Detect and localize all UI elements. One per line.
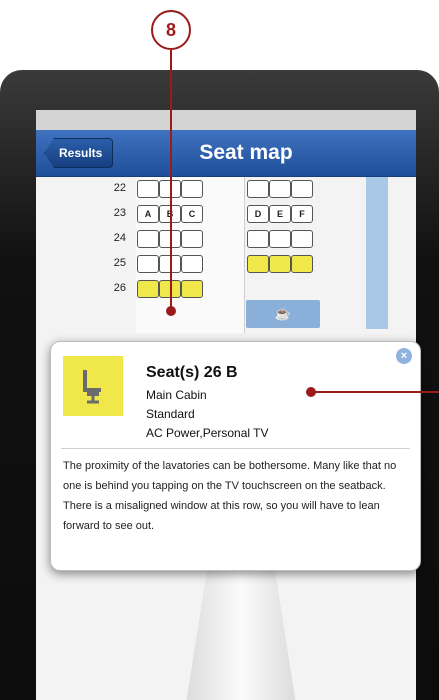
seat-title: Seat(s) 26 B bbox=[146, 364, 238, 381]
scrollbar[interactable] bbox=[366, 177, 388, 329]
callout-line-horizontal bbox=[312, 391, 439, 393]
seat-available[interactable] bbox=[269, 255, 291, 273]
seat-type-label: Standard bbox=[146, 407, 195, 421]
seat[interactable] bbox=[137, 180, 159, 198]
seat[interactable] bbox=[269, 230, 291, 248]
close-icon[interactable]: × bbox=[396, 348, 412, 364]
seat[interactable] bbox=[181, 180, 203, 198]
row-number: 22 bbox=[113, 182, 126, 194]
amenities-label: AC Power,Personal TV bbox=[146, 426, 269, 440]
seat-description: The proximity of the lavatories can be b… bbox=[63, 460, 397, 532]
seat-available[interactable] bbox=[181, 280, 203, 298]
seat[interactable] bbox=[269, 180, 291, 198]
seat[interactable] bbox=[291, 230, 313, 248]
seat-available[interactable] bbox=[247, 255, 269, 273]
status-bar bbox=[36, 110, 416, 130]
navigation-bar: Results Seat map bbox=[36, 130, 416, 177]
page-title: Seat map bbox=[199, 141, 293, 164]
row-number: 25 bbox=[113, 257, 126, 269]
seat-f[interactable]: F bbox=[291, 205, 313, 223]
seat[interactable] bbox=[291, 180, 313, 198]
seat[interactable] bbox=[247, 230, 269, 248]
seat[interactable] bbox=[181, 230, 203, 248]
seat-icon bbox=[63, 356, 123, 416]
callout-line-vertical bbox=[170, 50, 172, 312]
seat-a[interactable]: A bbox=[137, 205, 159, 223]
seat-available[interactable] bbox=[291, 255, 313, 273]
seat-e[interactable]: E bbox=[269, 205, 291, 223]
divider bbox=[61, 448, 410, 449]
row-number: 24 bbox=[113, 232, 126, 244]
seat-info-popover: × Seat(s) 26 B Main Cabin Standard AC Po… bbox=[50, 341, 421, 571]
seat-available[interactable] bbox=[137, 280, 159, 298]
row-number: 23 bbox=[113, 207, 126, 219]
cabin-label: Main Cabin bbox=[146, 388, 207, 402]
row-number: 26 bbox=[113, 282, 126, 294]
seat[interactable] bbox=[247, 180, 269, 198]
galley-coffee-icon: ☕ bbox=[246, 300, 320, 328]
seat[interactable] bbox=[137, 255, 159, 273]
seat-d[interactable]: D bbox=[247, 205, 269, 223]
callout-dot bbox=[166, 306, 176, 316]
seat[interactable] bbox=[181, 255, 203, 273]
seat[interactable] bbox=[137, 230, 159, 248]
callout-badge: 8 bbox=[151, 10, 191, 50]
seat-c[interactable]: C bbox=[181, 205, 203, 223]
callout-dot bbox=[306, 387, 316, 397]
